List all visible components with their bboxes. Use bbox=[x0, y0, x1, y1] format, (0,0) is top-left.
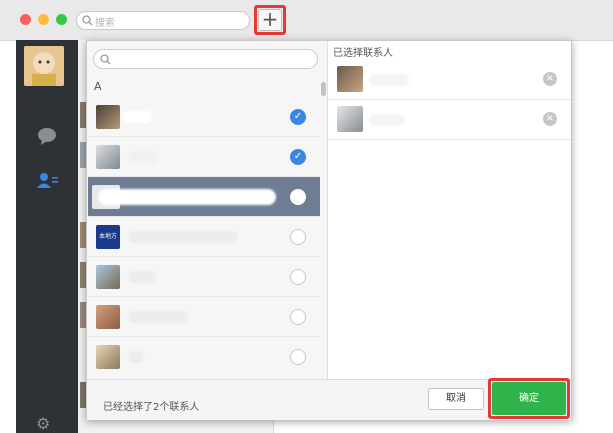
selected-contacts-title: 已选择联系人 bbox=[333, 48, 393, 59]
contacts-icon[interactable] bbox=[37, 172, 59, 188]
search-icon bbox=[82, 15, 93, 26]
chat-icon[interactable] bbox=[37, 127, 57, 145]
radio-button[interactable] bbox=[290, 309, 306, 325]
start-group-chat-button[interactable]: + bbox=[258, 9, 282, 31]
search-input[interactable]: 搜索 bbox=[76, 11, 250, 30]
avatar bbox=[337, 106, 363, 132]
confirm-button[interactable]: 确定 bbox=[492, 382, 566, 415]
contact-search-input[interactable] bbox=[93, 49, 318, 69]
redacted-name bbox=[369, 74, 409, 86]
redacted-name bbox=[128, 271, 156, 283]
list-item[interactable] bbox=[88, 337, 320, 377]
list-item[interactable]: ✓ bbox=[88, 137, 320, 177]
avatar bbox=[96, 265, 120, 289]
list-item[interactable]: ✓ bbox=[88, 97, 320, 137]
zoom-window-button[interactable] bbox=[56, 14, 67, 25]
list-item[interactable] bbox=[88, 297, 320, 337]
search-icon bbox=[100, 54, 111, 65]
cancel-button[interactable]: 取消 bbox=[428, 388, 484, 410]
redacted-name bbox=[128, 231, 238, 243]
scrollbar[interactable] bbox=[321, 82, 326, 96]
selection-count-text: 已经选择了2个联系人 bbox=[103, 402, 200, 413]
check-icon[interactable]: ✓ bbox=[290, 149, 306, 165]
list-item[interactable]: 本地方 bbox=[88, 217, 320, 257]
radio-button[interactable] bbox=[290, 229, 306, 245]
remove-icon[interactable]: ✕ bbox=[543, 112, 557, 126]
redacted-name bbox=[98, 189, 276, 205]
redacted-name bbox=[369, 114, 405, 126]
redacted-name bbox=[128, 151, 158, 163]
gear-icon[interactable]: ⚙ bbox=[36, 414, 50, 433]
redacted-name bbox=[128, 311, 188, 323]
list-item[interactable] bbox=[88, 257, 320, 297]
redacted-name bbox=[122, 111, 152, 123]
avatar bbox=[96, 305, 120, 329]
avatar bbox=[96, 105, 120, 129]
minimize-window-button[interactable] bbox=[38, 14, 49, 25]
selected-contact-item: ✕ bbox=[329, 60, 571, 100]
avatar bbox=[96, 145, 120, 169]
search-placeholder: 搜索 bbox=[95, 18, 115, 29]
radio-button[interactable] bbox=[290, 349, 306, 365]
selected-contact-item: ✕ bbox=[329, 100, 571, 140]
avatar[interactable] bbox=[24, 46, 64, 86]
check-icon[interactable]: ✓ bbox=[290, 109, 306, 125]
list-item[interactable] bbox=[88, 177, 320, 217]
radio-button[interactable] bbox=[290, 189, 306, 205]
sidebar bbox=[16, 40, 78, 433]
remove-icon[interactable]: ✕ bbox=[543, 72, 557, 86]
section-header: A bbox=[94, 80, 102, 93]
redacted-name bbox=[128, 351, 144, 363]
avatar: 本地方 bbox=[96, 225, 120, 249]
radio-button[interactable] bbox=[290, 269, 306, 285]
avatar bbox=[337, 66, 363, 92]
close-window-button[interactable] bbox=[20, 14, 31, 25]
avatar bbox=[96, 345, 120, 369]
